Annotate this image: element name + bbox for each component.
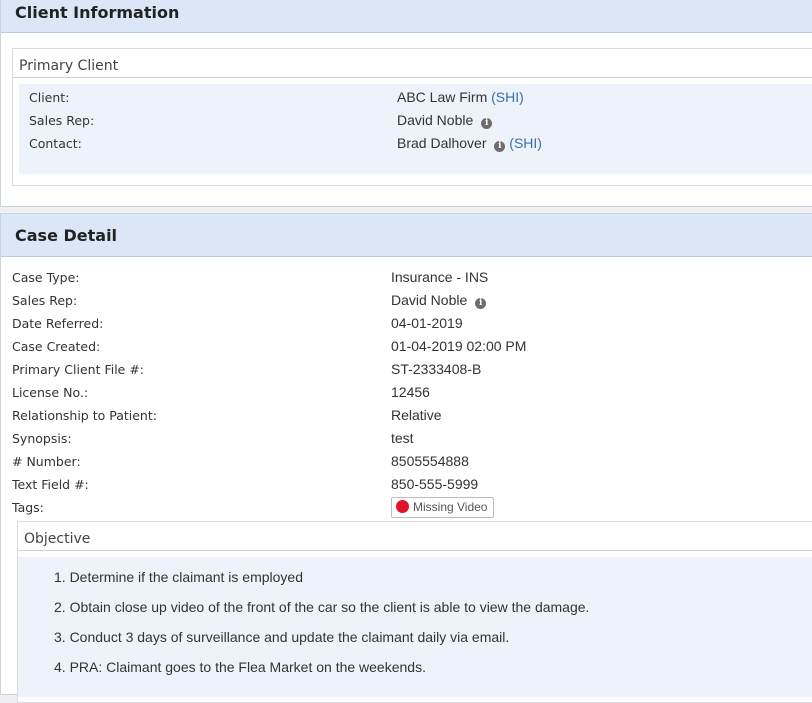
objective-item: 3. Conduct 3 days of surveillance and up… [54, 629, 510, 645]
info-icon[interactable]: i [475, 298, 487, 309]
primary-client-file-row: Primary Client File #: ST-2333408-B [1, 358, 812, 381]
client-information-title: Client Information [1, 0, 812, 33]
synopsis-row: Synopsis: test [1, 427, 812, 450]
primary-client-details: Client: ABC Law Firm (SHI) Sales Rep: Da… [19, 84, 812, 174]
client-information-panel: Client Information Primary Client Client… [0, 0, 812, 207]
text-field-value: 850-555-5999 [391, 476, 479, 492]
license-no-row: License No.: 12456 [1, 381, 812, 404]
relationship-value: Relative [391, 407, 442, 423]
objective-list-block: 1. Determine if the claimant is employed… [18, 557, 812, 697]
case-created-value: 01-04-2019 02:00 PM [391, 338, 527, 354]
case-detail-panel: Case Detail Case Type: Insurance - INS S… [0, 213, 812, 703]
case-sales-rep-label: Sales Rep: [12, 293, 78, 308]
tags-value: Missing Video [391, 497, 495, 518]
contact-label: Contact: [29, 136, 82, 151]
tag-label: Missing Video [413, 500, 488, 514]
date-referred-value: 04-01-2019 [391, 315, 463, 331]
client-value: ABC Law Firm (SHI) [397, 86, 524, 109]
client-label: Client: [29, 90, 70, 105]
number-row: # Number: 8505554888 [1, 450, 812, 473]
contact-shi-link[interactable]: (SHI) [509, 135, 542, 151]
text-field-row: Text Field #: 850-555-5999 [1, 473, 812, 496]
objective-legend: Objective [18, 522, 812, 551]
client-sales-rep-name: David Noble [397, 112, 474, 128]
case-type-label: Case Type: [12, 270, 80, 285]
info-icon[interactable]: i [481, 118, 493, 129]
synopsis-value: test [391, 430, 414, 446]
tag-dot-icon [396, 500, 409, 513]
objective-list: 1. Determine if the claimant is employed… [18, 557, 812, 683]
info-icon[interactable]: i [494, 141, 506, 152]
case-created-label: Case Created: [12, 339, 101, 354]
contact-name: Brad Dalhover [397, 135, 487, 151]
client-sales-rep-row: Sales Rep: David Noble i [19, 109, 812, 132]
primary-client-box: Primary Client Client: ABC Law Firm (SHI… [12, 48, 812, 186]
client-row: Client: ABC Law Firm (SHI) [19, 86, 812, 109]
case-type-row: Case Type: Insurance - INS [1, 266, 812, 289]
client-name: ABC Law Firm [397, 89, 488, 105]
relationship-row: Relationship to Patient: Relative [1, 404, 812, 427]
case-type-value: Insurance - INS [391, 269, 489, 285]
case-sales-rep-value: David Noble i [391, 289, 487, 312]
case-detail-title: Case Detail [1, 214, 812, 257]
client-sales-rep-label: Sales Rep: [29, 113, 95, 128]
primary-client-legend: Primary Client [13, 49, 812, 78]
client-shi-link[interactable]: (SHI) [491, 89, 524, 105]
license-no-label: License No.: [12, 385, 89, 400]
date-referred-row: Date Referred: 04-01-2019 [1, 312, 812, 335]
tag-missing-video[interactable]: Missing Video [391, 497, 495, 518]
contact-value: Brad Dalhover i (SHI) [397, 132, 542, 155]
tags-label: Tags: [12, 500, 44, 515]
client-sales-rep-value: David Noble i [397, 109, 493, 132]
contact-row: Contact: Brad Dalhover i (SHI) [19, 132, 812, 155]
primary-client-file-value: ST-2333408-B [391, 361, 482, 377]
objective-item: 1. Determine if the claimant is employed [54, 569, 303, 585]
case-detail-fields: Case Type: Insurance - INS Sales Rep: Da… [1, 266, 812, 519]
objective-box: Objective 1. Determine if the claimant i… [17, 521, 812, 703]
case-sales-rep-row: Sales Rep: David Noble i [1, 289, 812, 312]
date-referred-label: Date Referred: [12, 316, 104, 331]
case-sales-rep-name: David Noble [391, 292, 468, 308]
number-value: 8505554888 [391, 453, 469, 469]
case-created-row: Case Created: 01-04-2019 02:00 PM [1, 335, 812, 358]
license-no-value: 12456 [391, 384, 430, 400]
number-label: # Number: [12, 454, 81, 469]
objective-item: 2. Obtain close up video of the front of… [54, 599, 590, 615]
tags-row: Tags: Missing Video [1, 496, 812, 519]
primary-client-file-label: Primary Client File #: [12, 362, 145, 377]
text-field-label: Text Field #: [12, 477, 89, 492]
relationship-label: Relationship to Patient: [12, 408, 157, 423]
synopsis-label: Synopsis: [12, 431, 72, 446]
